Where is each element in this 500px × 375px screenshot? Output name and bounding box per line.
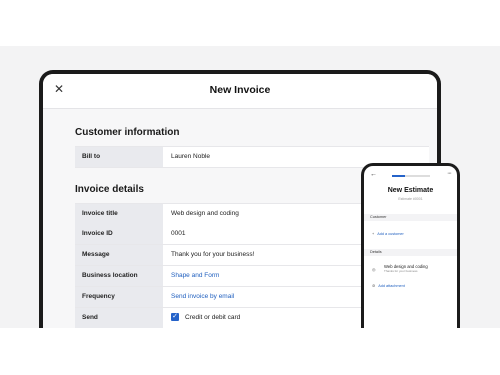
paperclip-icon: ⊘ — [372, 284, 376, 288]
field-label: Frequency — [75, 287, 163, 307]
plus-icon: + — [372, 232, 375, 236]
back-arrow-icon[interactable]: ← — [370, 171, 377, 178]
estimate-subtitle: Estimate #0001 — [398, 197, 423, 201]
add-customer-button[interactable]: + Add a customer — [372, 232, 404, 236]
send-option[interactable]: ✓ Credit or debit card — [171, 308, 240, 328]
phone-device: ← ··· New Estimate Estimate #0001 Custom… — [361, 163, 460, 328]
line-item[interactable]: Web design and coding Thanks for your bu… — [384, 264, 428, 273]
field-label: Message — [75, 245, 163, 265]
page-title: New Invoice — [209, 84, 271, 96]
line-item-subtitle: Thanks for your business — [384, 269, 418, 273]
item-icon: ◎ — [372, 267, 376, 272]
invoice-title-input[interactable]: Web design and coding — [171, 204, 239, 224]
progress-bar — [392, 175, 430, 177]
add-attachment-button[interactable]: ⊘ Add attachment — [372, 283, 405, 288]
send-option-label: Credit or debit card — [185, 314, 241, 321]
field-label: Send — [75, 308, 163, 328]
frequency-link[interactable]: Send invoice by email — [171, 287, 234, 307]
bill-to-value[interactable]: Lauren Noble — [171, 147, 210, 167]
field-label: Invoice ID — [75, 224, 163, 244]
customer-section-heading: Customer information — [75, 127, 180, 138]
progress-fill — [392, 175, 406, 177]
add-customer-label: Add a customer — [377, 232, 404, 236]
field-label: Invoice title — [75, 204, 163, 224]
details-section-heading: Invoice details — [75, 184, 144, 195]
invoice-header: ✕ New Invoice — [43, 74, 437, 109]
estimate-screen: ← ··· New Estimate Estimate #0001 Custom… — [364, 166, 457, 328]
checkbox-checked-icon[interactable]: ✓ — [171, 313, 179, 322]
message-input[interactable]: Thank you for your business! — [171, 245, 254, 265]
business-location-link[interactable]: Shape and Form — [171, 266, 219, 286]
details-section-heading: Details — [364, 249, 457, 256]
invoice-id-input[interactable]: 0001 — [171, 224, 185, 244]
estimate-title: New Estimate — [387, 187, 434, 194]
add-attachment-label: Add attachment — [378, 284, 405, 288]
field-label: Business location — [75, 266, 163, 286]
more-icon[interactable]: ··· — [447, 170, 452, 177]
bill-to-label: Bill to — [75, 147, 163, 167]
customer-section-heading: Customer — [364, 214, 457, 221]
